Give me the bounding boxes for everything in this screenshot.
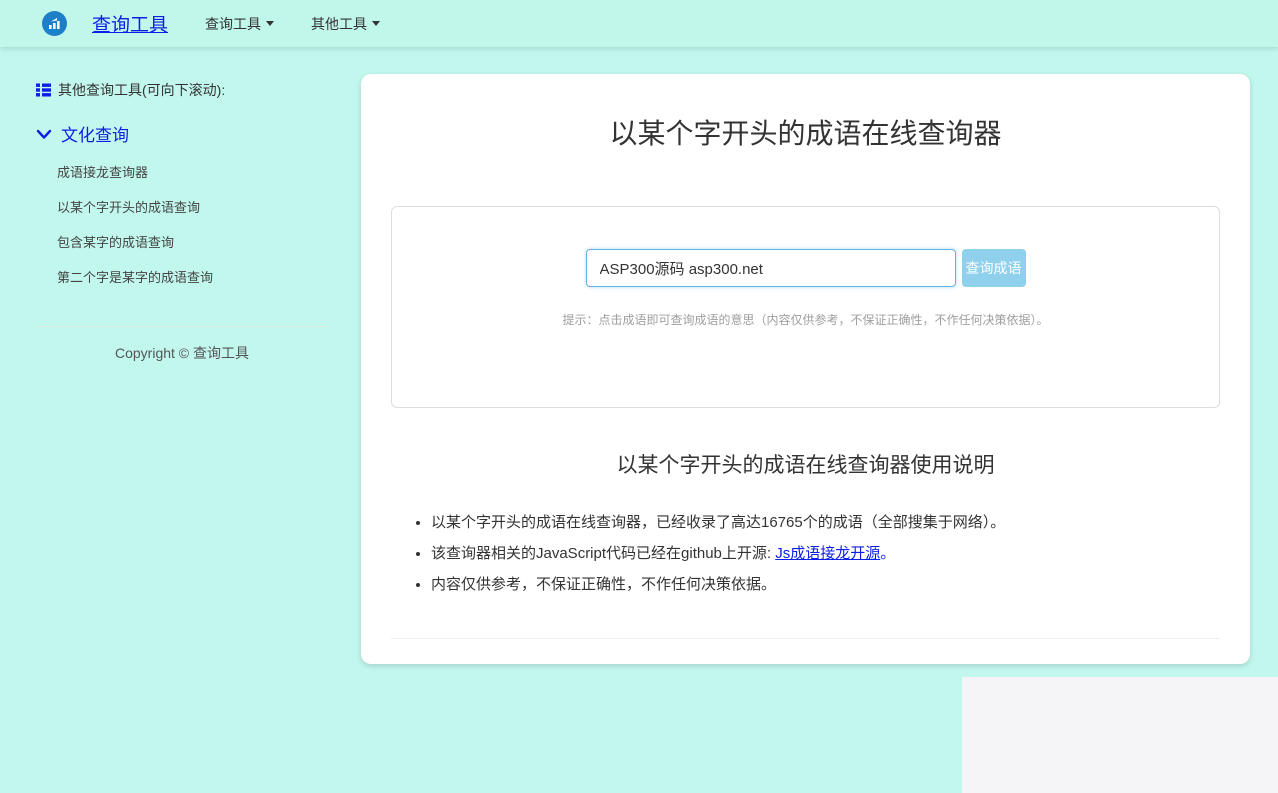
usage-list: 以某个字开头的成语在线查询器，已经收录了高达16765个的成语（全部搜集于网络）… <box>401 515 1220 592</box>
sidebar-category-culture[interactable]: 文化查询 <box>36 121 328 146</box>
copyright-text: Copyright © 查询工具 <box>36 343 328 363</box>
query-idiom-button[interactable]: 查询成语 <box>962 249 1026 287</box>
sidebar-item-idiom-contains[interactable]: 包含某字的成语查询 <box>36 224 328 259</box>
sidebar-item-idiom-solitaire[interactable]: 成语接龙查询器 <box>36 154 328 189</box>
query-panel: 查询成语 提示：点击成语即可查询成语的意思（内容仅供参考，不保证正确性，不作任何… <box>391 206 1220 408</box>
site-logo[interactable] <box>42 11 67 36</box>
overlay-panel <box>962 677 1278 793</box>
github-opensource-link[interactable]: Js成语接龙开源 <box>775 545 880 562</box>
main-column: 以某个字开头的成语在线查询器 查询成语 提示：点击成语即可查询成语的意思（内容仅… <box>361 47 1278 664</box>
sidebar-header: 其他查询工具(可向下滚动): <box>36 80 328 100</box>
sidebar: 其他查询工具(可向下滚动): 文化查询 成语接龙查询器 以某个字开头的成语查询 … <box>0 47 361 363</box>
main-card: 以某个字开头的成语在线查询器 查询成语 提示：点击成语即可查询成语的意思（内容仅… <box>361 74 1250 664</box>
sidebar-tool-list: 成语接龙查询器 以某个字开头的成语查询 包含某字的成语查询 第二个字是某字的成语… <box>36 154 328 294</box>
brand-link[interactable]: 查询工具 <box>92 10 168 37</box>
caret-down-icon <box>266 21 274 26</box>
caret-down-icon <box>372 21 380 26</box>
bar-chart-icon <box>48 17 61 30</box>
nav-menu-other-tools[interactable]: 其他工具 <box>311 14 380 34</box>
card-footer-divider <box>391 638 1220 639</box>
usage-item-text: 内容仅供参考，不保证正确性，不作任何决策依据。 <box>431 576 776 593</box>
sidebar-category-label: 文化查询 <box>61 121 129 146</box>
sidebar-header-label: 其他查询工具(可向下滚动): <box>58 80 225 100</box>
chevron-down-icon <box>36 128 52 140</box>
sidebar-divider <box>36 326 328 327</box>
page-content: 其他查询工具(可向下滚动): 文化查询 成语接龙查询器 以某个字开头的成语查询 … <box>0 47 1278 664</box>
query-hint-text: 提示：点击成语即可查询成语的意思（内容仅供参考，不保证正确性，不作任何决策依据）… <box>562 311 1048 328</box>
usage-section-title: 以某个字开头的成语在线查询器使用说明 <box>391 449 1220 479</box>
sidebar-item-idiom-second-char[interactable]: 第二个字是某字的成语查询 <box>36 259 328 294</box>
idiom-search-input[interactable] <box>586 249 956 287</box>
navbar: 查询工具 查询工具 其他工具 <box>0 0 1278 47</box>
sidebar-item-idiom-starts-with[interactable]: 以某个字开头的成语查询 <box>36 189 328 224</box>
list-icon <box>36 83 51 97</box>
query-input-row: 查询成语 <box>586 249 1026 287</box>
usage-item-text: 该查询器相关的JavaScript代码已经在github上开源: <box>431 545 775 562</box>
page-title: 以某个字开头的成语在线查询器 <box>391 74 1220 152</box>
nav-menu-label: 查询工具 <box>205 14 261 34</box>
nav-menu-label: 其他工具 <box>311 14 367 34</box>
usage-item: 该查询器相关的JavaScript代码已经在github上开源: Js成语接龙开… <box>431 546 1220 561</box>
usage-item-suffix: 。 <box>880 545 895 562</box>
nav-menu-query-tools[interactable]: 查询工具 <box>205 14 274 34</box>
usage-item: 以某个字开头的成语在线查询器，已经收录了高达16765个的成语（全部搜集于网络）… <box>431 515 1220 530</box>
usage-item-text: 以某个字开头的成语在线查询器，已经收录了高达16765个的成语（全部搜集于网络）… <box>431 514 1005 531</box>
usage-item: 内容仅供参考，不保证正确性，不作任何决策依据。 <box>431 577 1220 592</box>
